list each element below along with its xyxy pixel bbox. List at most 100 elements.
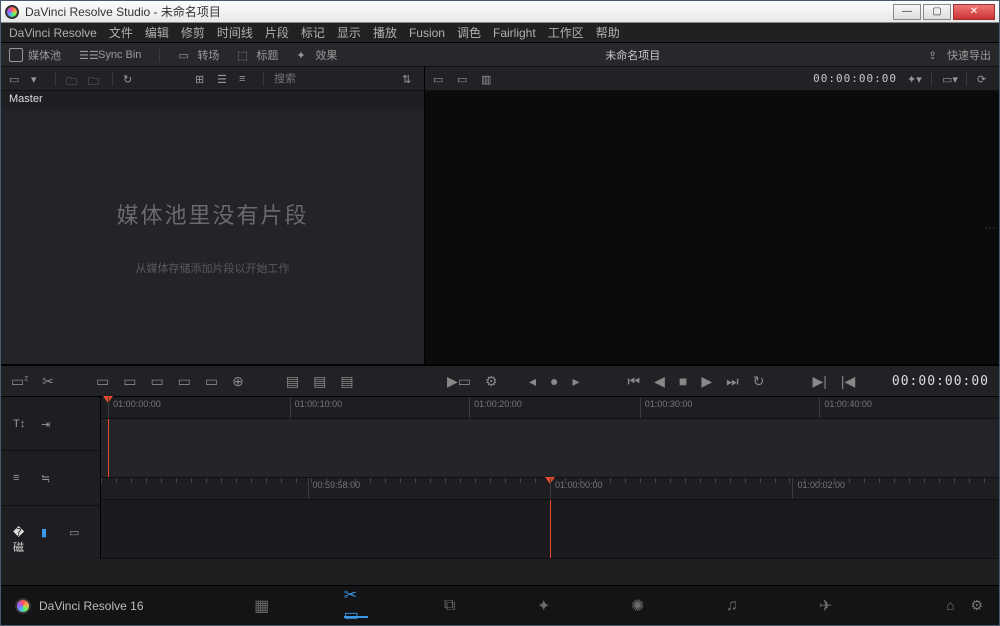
ruler-tick: 01:00:02:00: [792, 478, 849, 499]
folder-add-icon[interactable]: 🗀: [88, 73, 102, 85]
toolbar-media-pool[interactable]: 媒体池: [9, 47, 61, 63]
toolbar-quick-export[interactable]: ⇪ 快速导出: [928, 47, 991, 63]
page-fairlight[interactable]: ♫: [720, 594, 744, 618]
page-deliver[interactable]: ✈: [814, 594, 838, 618]
menu-标记[interactable]: 标记: [301, 24, 325, 41]
page-media[interactable]: ▦: [250, 594, 274, 618]
go-start-icon[interactable]: ⏮: [628, 373, 641, 390]
import-dropdown-icon[interactable]: ▾: [31, 73, 45, 85]
viewer-tools-icon[interactable]: ✦▾: [907, 73, 921, 85]
page-cut[interactable]: ✂▭: [344, 594, 368, 618]
boring-detector-icon[interactable]: ▭z: [11, 373, 28, 390]
ruler-tick: 01:00:40:00: [819, 397, 876, 418]
menu-Fusion[interactable]: Fusion: [409, 26, 445, 40]
window-close-button[interactable]: ✕: [953, 4, 995, 20]
next-marker-icon[interactable]: ▸: [573, 373, 580, 390]
viewer-side-controls[interactable]: ⋮: [984, 223, 995, 233]
viewer-expand-icon[interactable]: ⟳: [977, 73, 991, 85]
import-icon[interactable]: ▭: [9, 73, 23, 85]
tool-b-icon[interactable]: ▤: [313, 373, 326, 390]
toolbar-title[interactable]: ⬚ 标题: [237, 47, 278, 63]
refresh-icon[interactable]: ↻: [123, 73, 137, 85]
ripple-overwrite-icon[interactable]: ▭: [150, 373, 163, 390]
viewer-mode-a-icon[interactable]: ▭: [433, 73, 447, 85]
empty-heading: 媒体池里没有片段: [116, 198, 308, 230]
marker-tool-icon[interactable]: ▮: [41, 526, 55, 538]
menu-播放[interactable]: 播放: [373, 24, 397, 41]
step-back-icon[interactable]: ◀: [654, 373, 665, 390]
tl-tool-b1-icon[interactable]: ≡: [13, 472, 27, 484]
cut-icon[interactable]: ✂: [42, 373, 54, 390]
menu-调色[interactable]: 调色: [457, 24, 481, 41]
timeline-ruler-upper[interactable]: 01:00:00:0001:00:10:0001:00:20:0001:00:3…: [101, 397, 999, 419]
media-pool-panel: ▭ ▾ 🗀 🗀 ↻ ⊞ ☰ ≡ ⇅: [1, 67, 425, 364]
home-icon[interactable]: ⌂: [946, 597, 954, 614]
menu-文件[interactable]: 文件: [109, 24, 133, 41]
viewer-mode-c-icon[interactable]: ▥: [481, 73, 495, 85]
window-minimize-button[interactable]: —: [893, 4, 921, 20]
sort-icon[interactable]: ⇅: [402, 73, 416, 85]
closeup-icon[interactable]: ▭: [178, 373, 191, 390]
export-icon: ⇪: [928, 49, 942, 61]
search-input[interactable]: [274, 73, 344, 85]
viewer-timecode: 00:00:00:00: [813, 72, 897, 85]
options-icon[interactable]: ⚙: [485, 373, 498, 390]
playhead-upper-line: [108, 419, 109, 477]
menu-片段[interactable]: 片段: [265, 24, 289, 41]
timeline-ruler-lower[interactable]: 00:59:58:0001:00:00:0001:00:02:00: [101, 478, 999, 500]
loop-icon[interactable]: ↻: [753, 373, 765, 390]
tl-tool-a1-icon[interactable]: T↕: [13, 418, 27, 430]
tl-tool-a2-icon[interactable]: ⇥: [41, 418, 55, 430]
timeline-track-lower[interactable]: [101, 500, 999, 559]
marker-icon[interactable]: ●: [550, 373, 558, 389]
transition-tool-icon[interactable]: ▶▭: [447, 373, 471, 390]
tl-tool-b2-icon[interactable]: ≒: [41, 472, 55, 484]
flag-icon[interactable]: ▭: [69, 526, 83, 538]
view-thumb-icon[interactable]: ⊞: [195, 73, 209, 85]
append-icon[interactable]: ▭: [123, 373, 136, 390]
toolbar-effect[interactable]: ✦ 效果: [296, 47, 337, 63]
page-fusion[interactable]: ✦: [532, 594, 556, 618]
view-list-icon[interactable]: ≡: [239, 73, 253, 85]
menu-时间线[interactable]: 时间线: [217, 24, 253, 41]
timeline-left-tools: T↕ ⇥ ≡ ≒ �磁 ▮ ▭: [1, 397, 101, 559]
menu-编辑[interactable]: 编辑: [145, 24, 169, 41]
viewer-mode-b-icon[interactable]: ▭: [457, 73, 471, 85]
snap-icon[interactable]: �磁: [13, 526, 27, 538]
media-pool-icon: [9, 48, 23, 62]
folder-icon[interactable]: 🗀: [66, 73, 80, 85]
menu-Fairlight[interactable]: Fairlight: [493, 26, 536, 40]
jog-back-icon[interactable]: |◀: [841, 373, 855, 390]
ruler-tick: 01:00:30:00: [640, 397, 697, 418]
menu-帮助[interactable]: 帮助: [596, 24, 620, 41]
menu-DaVinci Resolve[interactable]: DaVinci Resolve: [9, 26, 97, 40]
viewer-panel: ▭ ▭ ▥ 00:00:00:00 ✦▾ ▭▾ ⟳ ⋮: [425, 67, 999, 364]
transition-icon: ▭: [178, 49, 192, 61]
menu-工作区[interactable]: 工作区: [548, 24, 584, 41]
page-color[interactable]: ✺: [626, 594, 650, 618]
menu-显示[interactable]: 显示: [337, 24, 361, 41]
play-icon[interactable]: ▶: [701, 373, 712, 390]
stop-icon[interactable]: ■: [679, 373, 687, 389]
place-on-top-icon[interactable]: ▭: [205, 373, 218, 390]
tool-c-icon[interactable]: ▤: [340, 373, 353, 390]
toolbar-sync-bin[interactable]: ☰☰ Sync Bin: [79, 49, 141, 61]
window-maximize-button[interactable]: ▢: [923, 4, 951, 20]
view-strip-icon[interactable]: ☰: [217, 73, 231, 85]
bin-master[interactable]: Master: [1, 91, 424, 109]
viewer-layout-icon[interactable]: ▭▾: [942, 73, 956, 85]
product-label: DaVinci Resolve 16: [39, 599, 144, 613]
viewer-display[interactable]: ⋮: [425, 91, 999, 364]
menu-修剪[interactable]: 修剪: [181, 24, 205, 41]
smart-insert-icon[interactable]: ▭: [96, 373, 109, 390]
toolbar-transition[interactable]: ▭ 转场: [178, 47, 219, 63]
title-icon: ⬚: [237, 49, 251, 61]
jog-fwd-icon[interactable]: ▶|: [813, 373, 827, 390]
page-edit[interactable]: ⧉: [438, 594, 462, 618]
settings-icon[interactable]: ⚙: [970, 597, 983, 614]
go-end-icon[interactable]: ⏭: [726, 373, 739, 390]
tool-a-icon[interactable]: ▤: [286, 373, 299, 390]
timeline-track-upper[interactable]: [101, 419, 999, 478]
source-overwrite-icon[interactable]: ⊕: [232, 373, 244, 390]
prev-marker-icon[interactable]: ◂: [529, 373, 536, 390]
